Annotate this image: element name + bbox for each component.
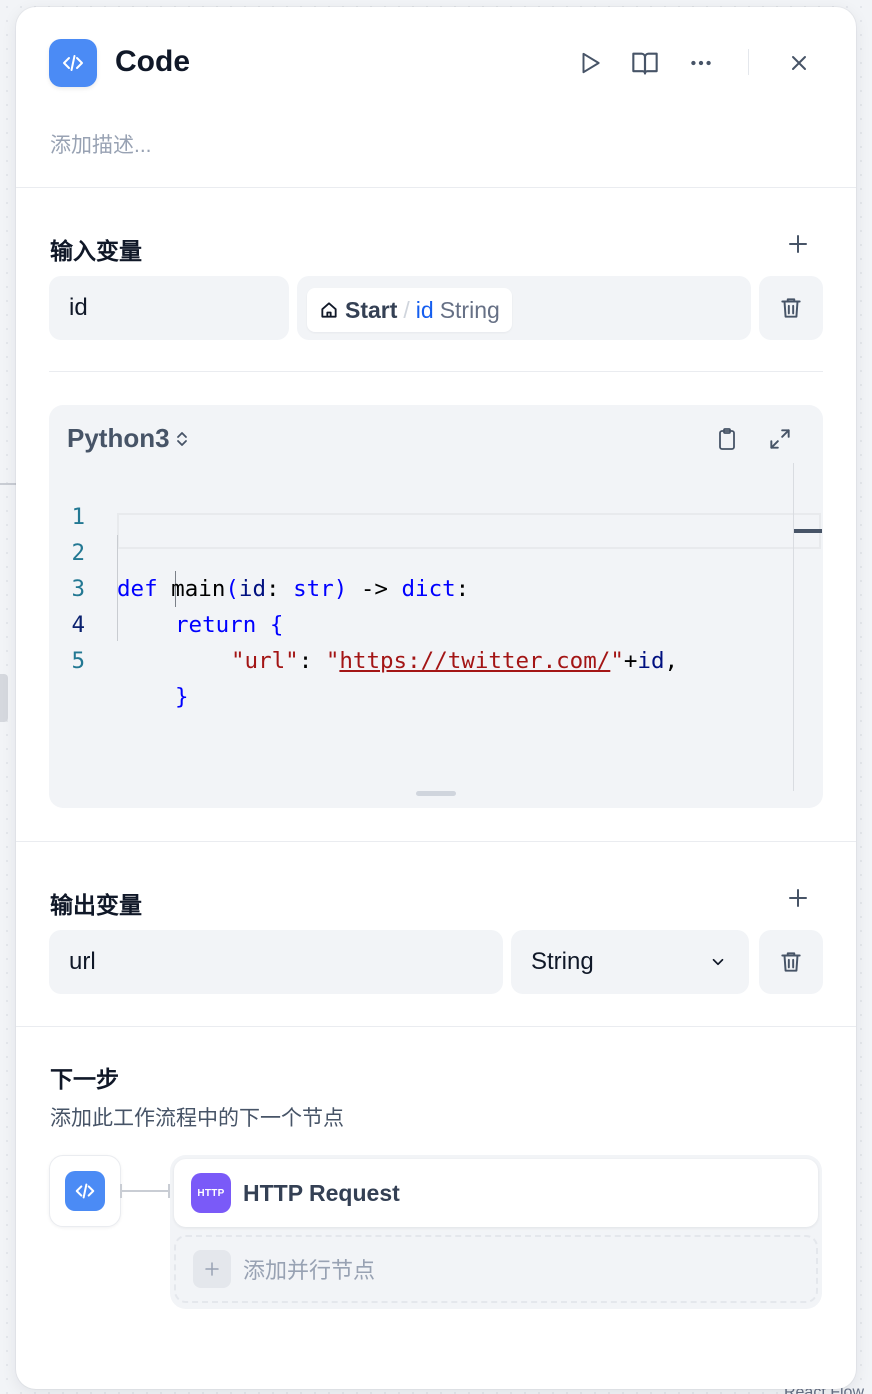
canvas-node-handle	[0, 674, 8, 722]
token-var: id	[637, 648, 665, 674]
book-open-icon	[632, 52, 658, 75]
editor-scrollbar[interactable]	[793, 463, 823, 791]
play-icon	[582, 52, 600, 74]
output-var-type-value: String	[531, 948, 594, 975]
divider	[16, 1026, 856, 1027]
trash-icon	[781, 952, 801, 972]
docs-button[interactable]	[627, 45, 663, 81]
divider	[16, 187, 856, 188]
add-parallel-label: 添加并行节点	[243, 1258, 376, 1283]
language-label: Python3	[67, 423, 170, 453]
token-string: "url"	[231, 648, 299, 674]
add-output-var-button[interactable]	[782, 882, 814, 914]
next-node-http-request[interactable]: HTTP HTTP Request	[174, 1159, 818, 1227]
code-line: 2 def main(id: str) -> dict:	[49, 499, 793, 602]
token-quote: "	[610, 648, 624, 674]
token-quote: "	[325, 648, 340, 674]
copy-code-button[interactable]	[709, 421, 745, 457]
input-vars-title: 输入变量	[50, 238, 142, 264]
next-node-label: HTTP Request	[243, 1179, 400, 1206]
code-icon	[49, 39, 97, 87]
expand-editor-button[interactable]	[762, 421, 798, 457]
code-content[interactable]: 1 2 def main(id: str) -> dict: 3 return …	[49, 463, 793, 710]
node-config-panel: Code 添加描述... 输入变量 id Start / id String P…	[16, 7, 856, 1389]
clipboard-icon	[719, 428, 735, 450]
plus-icon	[789, 235, 807, 253]
http-icon: HTTP	[191, 1173, 231, 1213]
output-vars-title: 输出变量	[50, 892, 142, 918]
expand-icon	[770, 429, 790, 449]
token-operator: +	[623, 648, 638, 674]
canvas-edge	[0, 483, 16, 485]
more-button[interactable]	[683, 45, 719, 81]
next-nodes-list: HTTP HTTP Request 添加并行节点	[170, 1155, 822, 1309]
delete-input-var-button[interactable]	[759, 276, 823, 340]
output-var-type-select[interactable]: String	[511, 930, 749, 994]
chip-var-name: id	[415, 296, 434, 323]
node-title[interactable]: Code	[115, 45, 190, 79]
delete-output-var-button[interactable]	[759, 930, 823, 994]
code-icon	[65, 1171, 105, 1211]
chip-var-type: String	[439, 296, 500, 323]
code-line: 5 }	[49, 607, 793, 710]
code-text: "url": "https://twitter.com/"+id,	[231, 643, 678, 679]
header-separator	[748, 49, 749, 75]
editor-resize-handle[interactable]	[416, 791, 456, 796]
token-brace: }	[175, 684, 189, 710]
chip-node-name: Start	[345, 296, 398, 323]
input-var-name-field[interactable]: id	[49, 276, 289, 340]
chip-separator: /	[403, 296, 410, 323]
output-var-name-field[interactable]: url	[49, 930, 503, 994]
next-step-subtitle: 添加此工作流程中的下一个节点	[50, 1107, 344, 1130]
chevron-up-down-icon	[176, 431, 187, 446]
add-input-var-button[interactable]	[782, 228, 814, 260]
token-url[interactable]: https://twitter.com/	[339, 648, 610, 674]
line-number: 5	[71, 648, 85, 674]
more-horizontal-icon	[691, 60, 711, 66]
plus-icon	[789, 889, 807, 907]
trash-icon	[781, 298, 801, 318]
scrollbar-cursor-marker	[794, 529, 822, 533]
divider	[49, 371, 823, 372]
description-input[interactable]: 添加描述...	[50, 129, 152, 159]
code-text: }	[175, 679, 189, 715]
code-line: 4 "url": "https://twitter.com/"+id,	[49, 571, 793, 674]
close-icon	[792, 56, 806, 70]
variable-reference-chip[interactable]: Start / id String	[307, 288, 512, 332]
add-parallel-node-button[interactable]: 添加并行节点	[174, 1235, 818, 1303]
code-editor[interactable]: Python3 1 2 def main(id: str) -> dict: 3…	[49, 405, 823, 808]
next-step-title: 下一步	[50, 1066, 119, 1092]
run-button[interactable]	[572, 45, 608, 81]
divider	[16, 841, 856, 842]
language-selector[interactable]: Python3	[67, 423, 190, 454]
token-punct: :	[298, 648, 326, 674]
chevron-down-icon	[712, 958, 724, 966]
plus-icon	[193, 1250, 231, 1288]
token-punct: ,	[664, 648, 679, 674]
code-line: 3 return {	[49, 535, 793, 638]
current-node	[49, 1155, 121, 1227]
connector-line	[121, 1190, 171, 1192]
home-icon	[321, 302, 337, 318]
close-button[interactable]	[781, 45, 817, 81]
code-line: 1	[49, 463, 793, 530]
